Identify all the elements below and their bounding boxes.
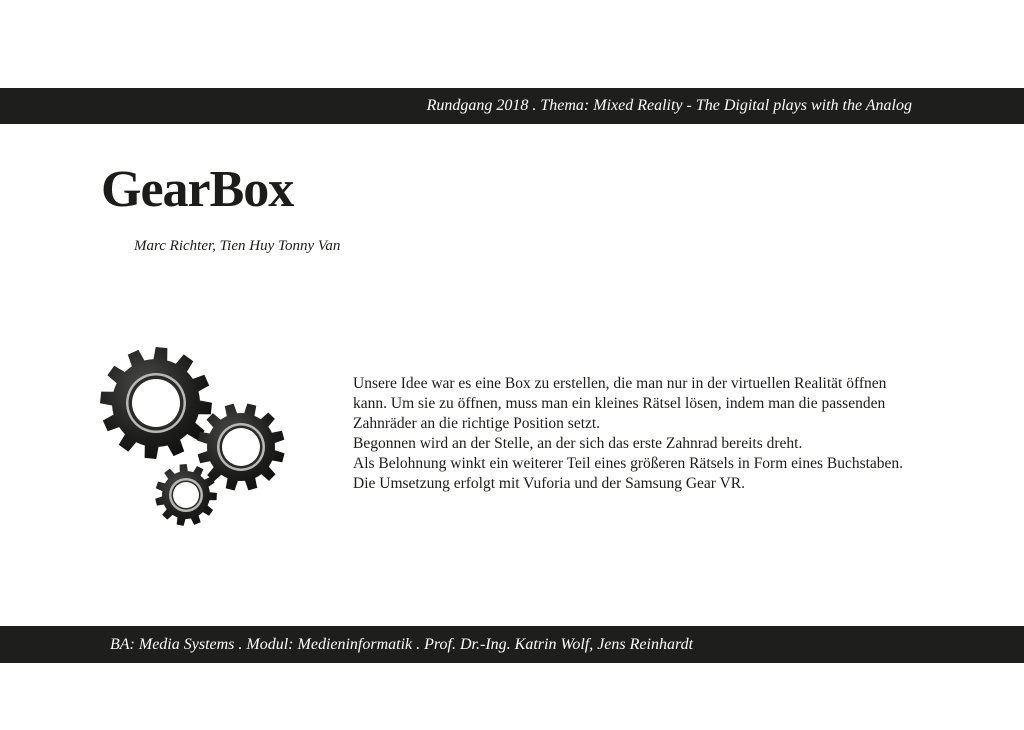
description-line: Zahnräder an die richtige Position setzt… <box>353 415 601 432</box>
description-line: Unsere Idee war es eine Box zu erstellen… <box>353 375 887 392</box>
gear-icon <box>100 347 212 459</box>
page-title: GearBox <box>101 161 294 218</box>
footer-text: BA: Media Systems . Modul: Medieninforma… <box>110 636 694 653</box>
project-description: Unsere Idee war es eine Box zu erstellen… <box>353 374 953 494</box>
header-bar: Rundgang 2018 . Thema: Mixed Reality - T… <box>0 88 1024 124</box>
gear-icon <box>155 464 217 526</box>
authors: Marc Richter, Tien Huy Tonny Van <box>134 238 341 254</box>
description-line: kann. Um sie zu öffnen, muss man ein kle… <box>353 395 886 412</box>
gears-icon <box>100 347 285 526</box>
header-text: Rundgang 2018 . Thema: Mixed Reality - T… <box>426 97 912 114</box>
description-line: Die Umsetzung erfolgt mit Vuforia und de… <box>353 475 745 492</box>
description-line: Begonnen wird an der Stelle, an der sich… <box>353 435 803 452</box>
description-line: Als Belohnung winkt ein weiterer Teil ei… <box>353 455 904 472</box>
footer-bar: BA: Media Systems . Modul: Medieninforma… <box>0 626 1024 663</box>
